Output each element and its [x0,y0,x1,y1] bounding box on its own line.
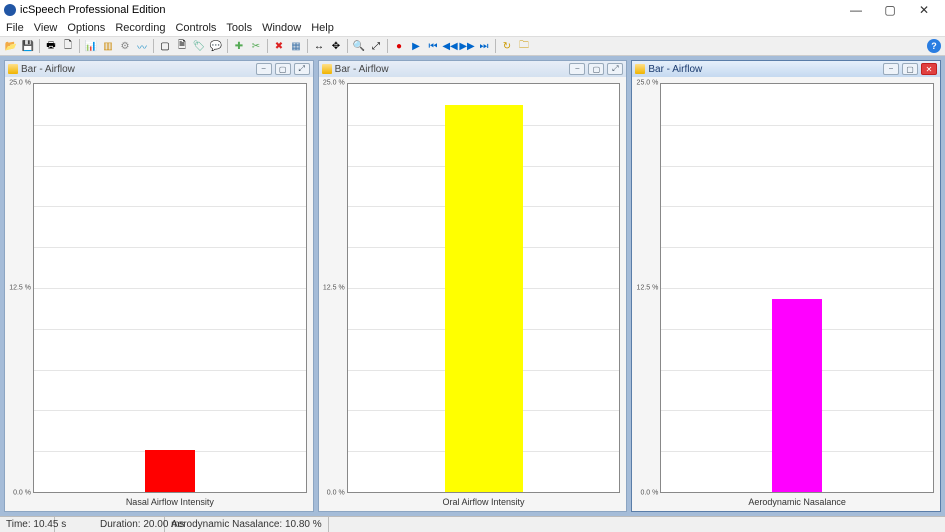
panel-max-icon[interactable]: ▢ [902,63,918,75]
y-tick-min: 0.0 % [640,490,658,497]
toolbar-delete-icon[interactable]: ✖ [271,38,287,54]
panel-chart-icon [635,64,645,74]
y-axis: 25.0 % 12.5 % 0.0 % [325,83,347,493]
toolbar-back-icon[interactable]: ◀◀ [442,38,458,54]
y-tick-mid: 12.5 % [637,285,659,292]
toolbar-record-icon[interactable]: ● [391,38,407,54]
window-minimize-button[interactable]: — [839,0,873,20]
menubar: File View Options Recording Controls Too… [0,20,945,36]
toolbar-folder-icon[interactable]: 🗀 [516,38,532,54]
toolbar-fwd-icon[interactable]: ▶▶ [459,38,475,54]
toolbar-loop-icon[interactable]: ↻ [499,38,515,54]
plot-area [660,83,934,493]
panel-max-icon[interactable]: ▢ [588,63,604,75]
panel-min-icon[interactable]: ⎯ [883,63,899,75]
toolbar-play-icon[interactable]: ▶ [408,38,424,54]
panel-titlebar[interactable]: Bar - Airflow ⎯ ▢ ⤢ [319,61,627,77]
app-title: icSpeech Professional Edition [20,4,166,16]
status-nasalance: Aerodynamic Nasalance: 10.80 % [165,517,329,532]
statusbar: Time: 10.45 s Duration: 20.00 ms Aerodyn… [0,516,945,532]
y-tick-mid: 12.5 % [9,285,31,292]
menu-options[interactable]: Options [67,22,105,34]
toolbar-comment-icon[interactable]: 💬 [208,38,224,54]
panel-min-icon[interactable]: ⎯ [256,63,272,75]
toolbar-open-icon[interactable]: 📂 [3,38,19,54]
status-time: Time: 10.45 s [0,517,55,532]
y-axis: 25.0 % 12.5 % 0.0 % [638,83,660,493]
panel-max-icon[interactable]: ▢ [275,63,291,75]
panel-title-text: Bar - Airflow [21,64,75,75]
bar [445,105,523,492]
help-icon[interactable]: ? [927,39,941,53]
y-tick-max: 25.0 % [323,80,345,87]
toolbar-bars-icon[interactable]: ▥ [100,38,116,54]
panel-title-text: Bar - Airflow [648,64,702,75]
workspace: Bar - Airflow ⎯ ▢ ⤢ 25.0 % 12.5 % 0.0 % … [0,56,945,516]
menu-recording[interactable]: Recording [115,22,165,34]
toolbar-hmove-icon[interactable]: ↔ [311,38,327,54]
bar [145,450,195,492]
chart-area: 25.0 % 12.5 % 0.0 % Aerodynamic Nasalanc… [632,77,940,511]
toolbar: 📂 💾 🖶 🗋 📊 ▥ ⚙ 〰 ▢ 🗎 🏷 💬 ✚ ✂ ✖ ▦ ↔ ✥ 🔍 ⤢ … [0,36,945,56]
window-titlebar: icSpeech Professional Edition — ▢ ✕ [0,0,945,20]
menu-file[interactable]: File [6,22,24,34]
panel-nasalance: Bar - Airflow ⎯ ▢ ✕ 25.0 % 12.5 % 0.0 % … [631,60,941,512]
panel-expand-icon[interactable]: ⤢ [294,63,310,75]
toolbar-save-icon[interactable]: 💾 [20,38,36,54]
y-axis: 25.0 % 12.5 % 0.0 % [11,83,33,493]
toolbar-gear-icon[interactable]: ⚙ [117,38,133,54]
chart-area: 25.0 % 12.5 % 0.0 % Nasal Airflow Intens… [5,77,313,511]
y-tick-min: 0.0 % [327,490,345,497]
panel-min-icon[interactable]: ⎯ [569,63,585,75]
panel-expand-icon[interactable]: ⤢ [607,63,623,75]
menu-help[interactable]: Help [311,22,334,34]
panel-close-icon[interactable]: ✕ [921,63,937,75]
x-label: Aerodynamic Nasalance [638,493,934,507]
toolbar-layer-icon[interactable]: ▦ [288,38,304,54]
window-close-button[interactable]: ✕ [907,0,941,20]
toolbar-new-icon[interactable]: ▢ [157,38,173,54]
toolbar-trim-icon[interactable]: ✂ [248,38,264,54]
panel-chart-icon [322,64,332,74]
panel-chart-icon [8,64,18,74]
status-duration: Duration: 20.00 ms [55,517,165,532]
plot-area [347,83,621,493]
toolbar-tag-icon[interactable]: 🏷 [191,38,207,54]
y-tick-mid: 12.5 % [323,285,345,292]
toolbar-rewind-icon[interactable]: ⏮ [425,38,441,54]
y-tick-min: 0.0 % [13,490,31,497]
toolbar-end-icon[interactable]: ⏭ [476,38,492,54]
toolbar-zoom-icon[interactable]: 🔍 [351,38,367,54]
toolbar-marks-icon[interactable]: ✚ [231,38,247,54]
panel-nasal: Bar - Airflow ⎯ ▢ ⤢ 25.0 % 12.5 % 0.0 % … [4,60,314,512]
plot-area [33,83,307,493]
toolbar-doc-icon[interactable]: 🗎 [174,38,190,54]
panel-title-text: Bar - Airflow [335,64,389,75]
toolbar-vmove-icon[interactable]: ✥ [328,38,344,54]
panel-titlebar[interactable]: Bar - Airflow ⎯ ▢ ⤢ [5,61,313,77]
window-maximize-button[interactable]: ▢ [873,0,907,20]
toolbar-zoomfit-icon[interactable]: ⤢ [368,38,384,54]
y-tick-max: 25.0 % [9,80,31,87]
toolbar-printpreview-icon[interactable]: 🗋 [60,38,76,54]
x-label: Oral Airflow Intensity [325,493,621,507]
panel-oral: Bar - Airflow ⎯ ▢ ⤢ 25.0 % 12.5 % 0.0 % … [318,60,628,512]
panel-titlebar[interactable]: Bar - Airflow ⎯ ▢ ✕ [632,61,940,77]
toolbar-print-icon[interactable]: 🖶 [43,38,59,54]
toolbar-chart-icon[interactable]: 📊 [83,38,99,54]
chart-area: 25.0 % 12.5 % 0.0 % Oral Airflow Intensi… [319,77,627,511]
bar [772,299,822,492]
x-label: Nasal Airflow Intensity [11,493,307,507]
menu-controls[interactable]: Controls [175,22,216,34]
menu-window[interactable]: Window [262,22,301,34]
menu-view[interactable]: View [34,22,58,34]
app-icon [4,4,16,16]
menu-tools[interactable]: Tools [226,22,252,34]
y-tick-max: 25.0 % [637,80,659,87]
toolbar-wave-icon[interactable]: 〰 [134,38,150,54]
